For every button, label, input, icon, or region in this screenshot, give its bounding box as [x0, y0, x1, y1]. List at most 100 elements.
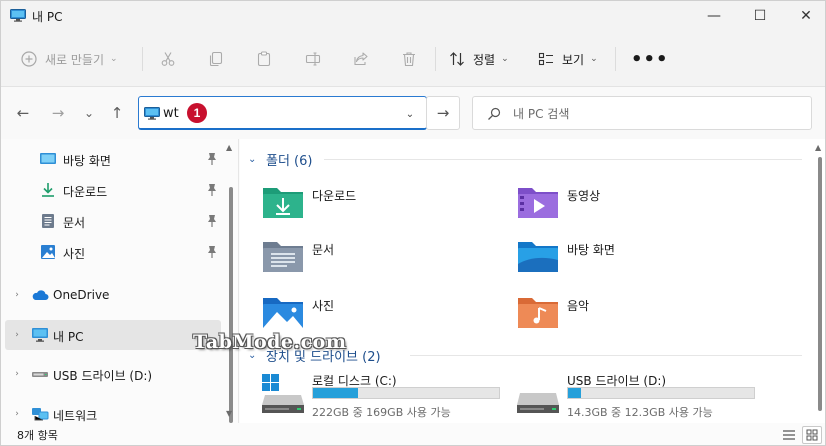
search-box[interactable]	[472, 96, 812, 130]
group-divider	[410, 355, 802, 356]
maximize-button[interactable]: ☐	[737, 1, 783, 31]
folder-tile-documents[interactable]: 문서	[261, 236, 501, 282]
tiles-view-button[interactable]	[802, 426, 822, 444]
toolbar-divider	[435, 47, 436, 71]
sidebar-item-label: OneDrive	[53, 288, 110, 302]
sort-button[interactable]: 정렬 ⌄	[449, 46, 509, 72]
pin-icon	[208, 153, 216, 165]
navigation-pane: 바탕 화면 다운로드 문서 사진 › OneDrive › 내 PC › USB…	[1, 139, 239, 423]
group-header-label: 폴더 (6)	[266, 153, 313, 169]
sidebar-item-label: 내 PC	[53, 330, 84, 344]
share-button[interactable]	[348, 46, 374, 72]
sidebar-item-this-pc[interactable]: › 내 PC	[5, 320, 221, 350]
navigation-bar: ← → ⌄ ↑ 1 ⌄ →	[1, 87, 825, 139]
sidebar-item-label: USB 드라이브 (D:)	[53, 369, 153, 383]
sidebar-item-documents[interactable]: 문서	[5, 206, 221, 236]
rename-button[interactable]	[300, 46, 326, 72]
sidebar-item-label: 다운로드	[63, 185, 108, 199]
details-view-icon	[783, 430, 795, 440]
recent-locations-button[interactable]: ⌄	[77, 101, 101, 125]
paste-button[interactable]	[251, 46, 277, 72]
sidebar-item-desktop[interactable]: 바탕 화면	[5, 144, 221, 174]
content-scrollbar[interactable]: ▲	[814, 139, 825, 423]
sidebar-item-onedrive[interactable]: › OneDrive	[5, 280, 221, 310]
scrollbar-thumb[interactable]	[818, 157, 822, 411]
sidebar-item-label: 네트워크	[53, 409, 98, 423]
chevron-down-icon: ⌄	[248, 153, 257, 165]
pin-icon	[208, 184, 216, 196]
usb-drive-icon	[32, 372, 48, 377]
address-bar[interactable]: 1 ⌄	[138, 96, 427, 130]
new-button[interactable]: 새로 만들기 ⌄	[21, 46, 118, 72]
share-icon	[354, 52, 368, 66]
drive-usage-fill	[568, 388, 582, 398]
toolbar-divider	[142, 47, 143, 71]
title-bar[interactable]: 내 PC — ☐ ✕	[1, 1, 825, 31]
sidebar-item-label: 사진	[63, 247, 86, 261]
folder-tile-downloads[interactable]: 다운로드	[261, 182, 501, 228]
folder-tile-music[interactable]: 음악	[516, 292, 756, 338]
videos-folder-icon	[518, 188, 558, 218]
sidebar-item-downloads[interactable]: 다운로드	[5, 175, 221, 205]
back-button[interactable]: ←	[11, 101, 35, 125]
view-button[interactable]: 보기 ⌄	[538, 46, 598, 72]
details-view-button[interactable]	[780, 426, 798, 444]
content-pane: ⌄ 폴더 (6) 다운로드 동영상 문서 바탕 화면 사진 음악 ⌄ 장치 및 …	[240, 139, 825, 423]
sort-icon	[450, 52, 464, 66]
desktop-folder-icon	[518, 242, 558, 272]
network-icon	[32, 408, 49, 421]
chevron-right-icon[interactable]: ›	[11, 289, 23, 301]
scroll-up-icon[interactable]: ▲	[815, 143, 821, 152]
go-button[interactable]: →	[426, 96, 460, 130]
folder-tile-desktop[interactable]: 바탕 화면	[516, 236, 756, 282]
annotation-badge: 1	[187, 103, 207, 123]
minimize-button[interactable]: —	[691, 1, 737, 31]
chevron-right-icon[interactable]: ›	[11, 408, 23, 420]
folder-label: 다운로드	[312, 189, 357, 203]
cloud-icon	[32, 290, 49, 300]
sidebar-item-pictures[interactable]: 사진	[5, 237, 221, 267]
folder-label: 바탕 화면	[567, 243, 615, 257]
file-explorer-window: 내 PC — ☐ ✕ 새로 만들기 ⌄ 정렬 ⌄ 보기 ⌄ ••• ← → ⌄ …	[0, 0, 826, 446]
up-button[interactable]: ↑	[105, 101, 129, 125]
command-bar: 새로 만들기 ⌄ 정렬 ⌄ 보기 ⌄ •••	[1, 31, 825, 87]
window-title: 내 PC	[32, 10, 63, 24]
chevron-down-icon[interactable]: ⌄	[401, 105, 419, 123]
view-button-label: 보기	[562, 52, 585, 67]
scrollbar-thumb[interactable]	[229, 187, 233, 423]
drive-free-space: 222GB 중 169GB 사용 가능	[312, 406, 451, 419]
folder-label: 문서	[312, 243, 335, 257]
copy-icon	[209, 51, 223, 67]
pictures-folder-icon	[263, 298, 303, 328]
drive-tile-usb[interactable]: USB 드라이브 (D:) 14.3GB 중 12.3GB 사용 가능	[516, 373, 766, 427]
tiles-view-icon	[806, 429, 818, 441]
chevron-right-icon[interactable]: ›	[11, 329, 23, 341]
scroll-up-icon[interactable]: ▲	[226, 143, 232, 152]
sidebar-scrollbar[interactable]: ▲ ▼	[225, 139, 237, 423]
chevron-right-icon[interactable]: ›	[11, 368, 23, 380]
search-input[interactable]	[513, 104, 793, 124]
trash-icon	[403, 52, 415, 67]
pictures-icon	[41, 245, 55, 259]
new-button-label: 새로 만들기	[45, 52, 105, 67]
forward-button[interactable]: →	[46, 101, 70, 125]
close-button[interactable]: ✕	[783, 1, 825, 31]
folder-label: 사진	[312, 299, 335, 313]
sidebar-item-label: 문서	[63, 216, 86, 230]
pin-icon	[208, 215, 216, 227]
folders-group-header[interactable]: ⌄ 폴더 (6)	[248, 148, 312, 170]
rename-icon	[305, 52, 321, 66]
document-icon	[42, 214, 54, 228]
sidebar-item-usb-drive[interactable]: › USB 드라이브 (D:)	[5, 359, 221, 389]
cut-button[interactable]	[155, 46, 181, 72]
chevron-down-icon: ⌄	[110, 54, 118, 64]
more-options-button[interactable]: •••	[631, 46, 669, 72]
delete-button[interactable]	[396, 46, 422, 72]
toolbar-divider	[615, 47, 616, 71]
folder-tile-videos[interactable]: 동영상	[516, 182, 756, 228]
drive-usage-bar	[567, 387, 755, 399]
scroll-down-icon[interactable]: ▼	[226, 409, 232, 418]
copy-button[interactable]	[203, 46, 229, 72]
drive-tile-local-disk[interactable]: 로컬 디스크 (C:) 222GB 중 169GB 사용 가능	[261, 373, 511, 427]
sort-button-label: 정렬	[473, 52, 496, 67]
